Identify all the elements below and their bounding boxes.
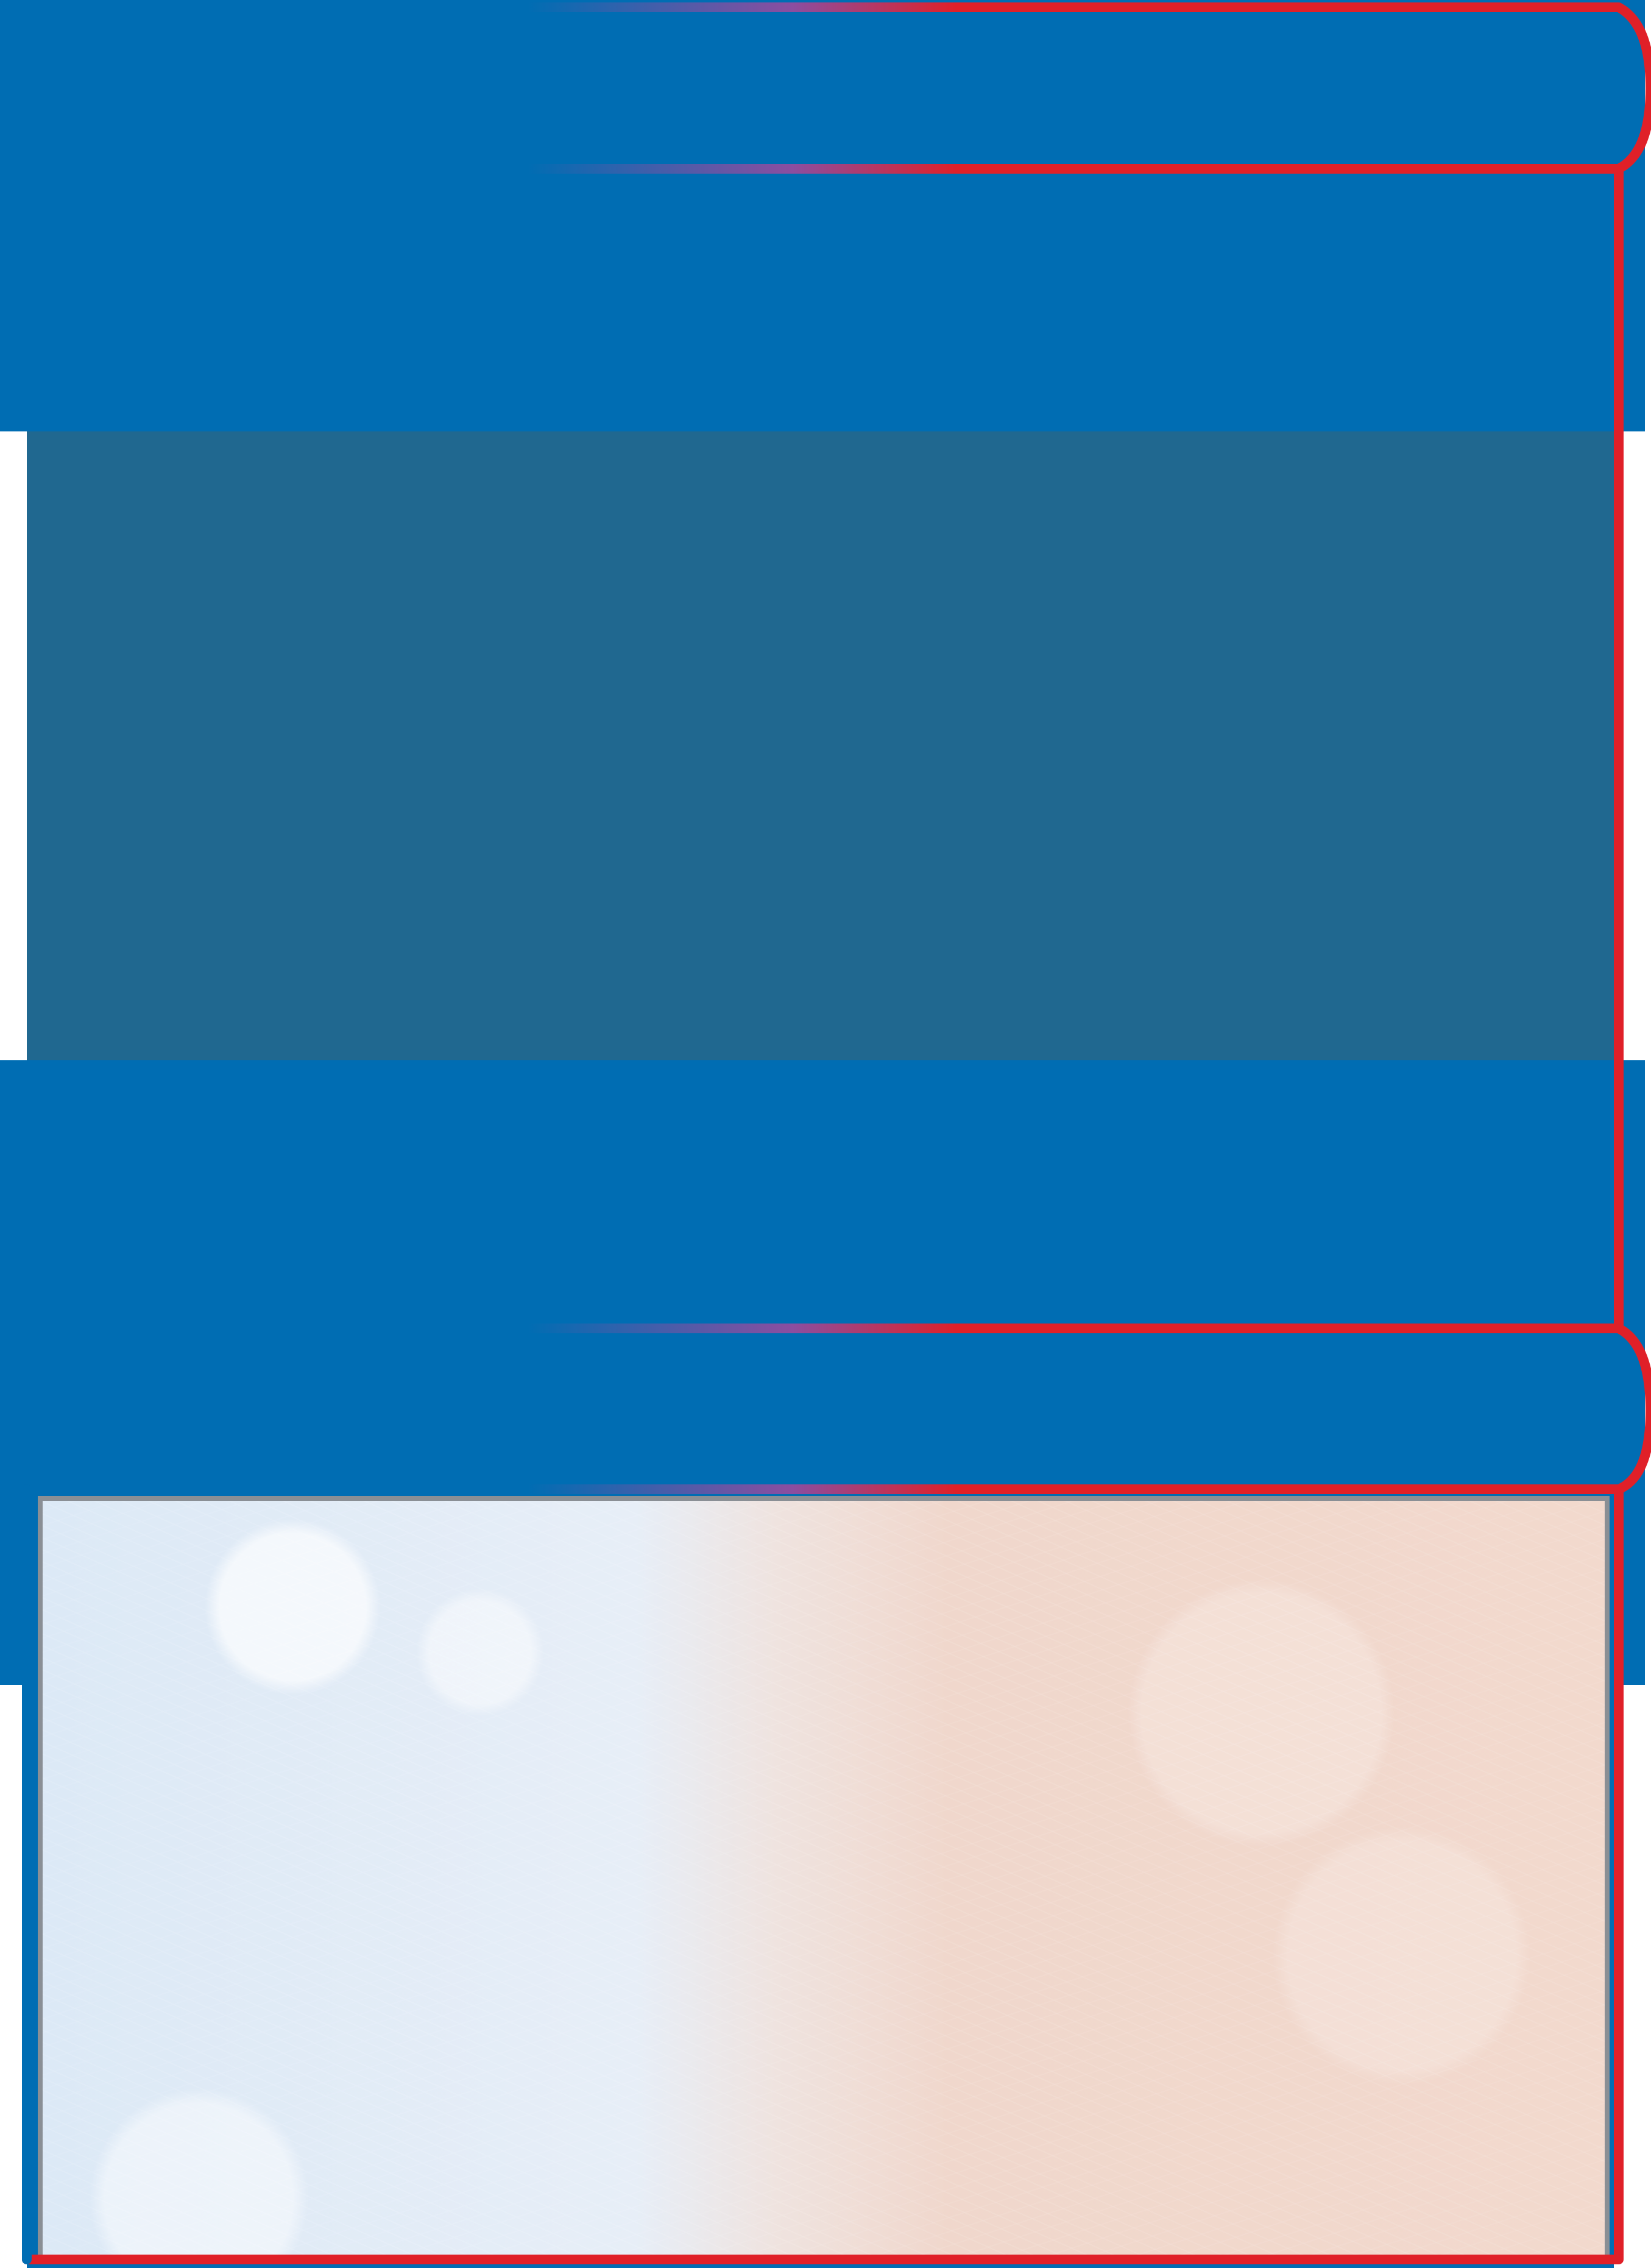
lower-right-frame-line [22,1484,1624,2264]
page-stage [0,0,1651,2268]
top-tab-outline [0,2,1651,174]
decorative-outline [0,2,1651,2264]
middle-tab-outline [0,1324,1651,1494]
